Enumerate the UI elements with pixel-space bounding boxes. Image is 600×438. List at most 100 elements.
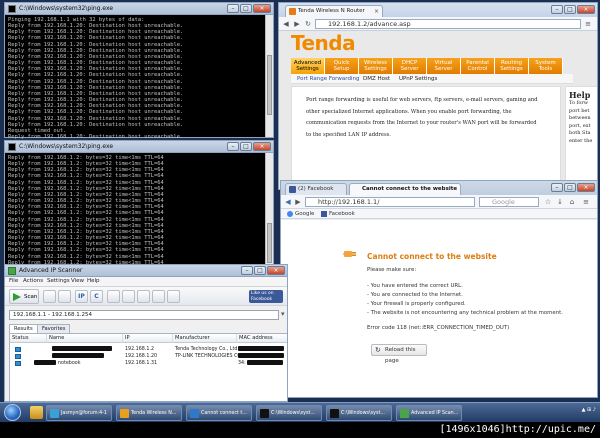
chrome-window-tenda[interactable]: Tenda Wireless N Router × – □ × ◀ ▶ ↻ 19…	[278, 2, 598, 190]
tab-cannot-connect[interactable]: Cannot connect to the website	[349, 183, 461, 195]
reload-page-button[interactable]: ↻ Reload this page	[371, 344, 427, 364]
tab-title: (2) Facebook	[298, 186, 334, 192]
minimize-button[interactable]: –	[227, 4, 239, 13]
network-icon[interactable]	[122, 290, 135, 303]
cmd-title-bar[interactable]: C:\Windows\system32\ping.exe – □ ×	[5, 141, 273, 153]
close-tab-icon[interactable]: ×	[374, 6, 379, 17]
close-button[interactable]: ×	[253, 142, 271, 151]
tab-results[interactable]: Results	[9, 324, 38, 333]
forward-arrow-icon[interactable]: ▶	[293, 197, 303, 207]
ip-icon[interactable]: IP	[75, 290, 88, 303]
menu-icon[interactable]: ≡	[581, 197, 591, 207]
class-c-icon[interactable]: C	[90, 290, 103, 303]
chevron-down-icon[interactable]: ▾	[281, 310, 285, 318]
menu-settings[interactable]: Settings	[47, 277, 70, 286]
scanner-title-bar[interactable]: Advanced IP Scanner – □ ×	[5, 265, 287, 277]
settings-icon[interactable]	[167, 290, 180, 303]
tenda-nav-item[interactable]: Parental Control	[461, 58, 495, 74]
url-text: 192.168.1.2/advance.asp	[328, 20, 411, 28]
menu-file[interactable]: File	[9, 277, 18, 286]
tab-favorites[interactable]: Favorites	[37, 324, 71, 333]
search-input[interactable]: Google	[479, 197, 539, 207]
close-button[interactable]: ×	[577, 183, 595, 192]
close-button[interactable]: ×	[253, 4, 271, 13]
minimize-button[interactable]: –	[551, 5, 563, 14]
address-bar[interactable]: 192.168.1.2/advance.asp	[315, 19, 581, 29]
favorites-icon[interactable]	[152, 290, 165, 303]
forward-arrow-icon[interactable]: ▶	[292, 19, 302, 29]
cmd-window-ping-1[interactable]: C:\Windows\system32\ping.exe – □ × Pingi…	[4, 2, 274, 158]
cmd-scrollbar[interactable]	[265, 15, 273, 137]
maximize-button[interactable]: □	[254, 266, 266, 275]
scan-button[interactable]: Scan	[9, 289, 39, 304]
wrench-icon[interactable]: ≡	[583, 19, 593, 29]
taskbar-button[interactable]: Jasmyn@forum:4-1	[46, 405, 112, 421]
computer-icon[interactable]	[107, 290, 120, 303]
tenda-nav-item[interactable]: Wireless Settings	[359, 58, 393, 74]
tab-facebook[interactable]: (2) Facebook	[285, 183, 347, 195]
tab-tenda[interactable]: Tenda Wireless N Router ×	[285, 5, 383, 17]
export-icon[interactable]	[137, 290, 150, 303]
facebook-like-button[interactable]: Like us on Facebook	[249, 290, 283, 303]
col-manufacturer[interactable]: Manufacturer	[172, 334, 236, 343]
subnav-upnp[interactable]: UPnP Settings	[399, 74, 437, 84]
close-button[interactable]: ×	[577, 5, 595, 14]
minimize-button[interactable]: –	[227, 142, 239, 151]
menu-actions[interactable]: Actions	[23, 277, 43, 286]
tab-title: Cannot connect to the website	[362, 186, 458, 192]
bookmark-facebook[interactable]: Facebook	[329, 209, 355, 219]
col-ip[interactable]: IP	[122, 334, 172, 343]
cmd-title-bar[interactable]: C:\Windows\system32\ping.exe – □ ×	[5, 3, 273, 15]
redacted-mac	[247, 360, 283, 365]
menu-view[interactable]: View	[71, 277, 84, 286]
start-button[interactable]	[4, 404, 21, 421]
taskbar-button[interactable]: Advanced IP Scan...	[396, 405, 462, 421]
col-mac[interactable]: MAC address	[236, 334, 287, 343]
subnav-port-range[interactable]: Port Range Forwarding	[297, 74, 359, 84]
address-bar[interactable]: http://192.168.1.1/	[305, 197, 475, 207]
ip-range-input[interactable]: 192.168.1.1 - 192.168.1.254	[9, 310, 279, 320]
firefox-window[interactable]: (2) Facebook Cannot connect to the websi…	[280, 180, 598, 398]
cmd-window-ping-2[interactable]: C:\Windows\system32\ping.exe – □ × Reply…	[4, 140, 274, 278]
subnav-dmz-host[interactable]: DMZ Host	[363, 74, 390, 84]
taskbar-button[interactable]: C:\Windows\syst...	[326, 405, 392, 421]
stop-icon[interactable]	[58, 290, 71, 303]
help-text: To forw port bet between port, ext both …	[569, 100, 593, 144]
minimize-button[interactable]: –	[241, 266, 253, 275]
facebook-like-label: Like us on Facebook	[251, 291, 274, 302]
tenda-nav-item[interactable]: Virtual Server	[427, 58, 461, 74]
cmd-scrollbar[interactable]	[265, 153, 273, 267]
facebook-favicon	[321, 211, 327, 217]
back-arrow-icon[interactable]: ◀	[281, 19, 291, 29]
tenda-nav-item[interactable]: Advanced Settings	[291, 58, 325, 74]
tenda-nav-item[interactable]: Routing Settings	[495, 58, 529, 74]
tenda-main-nav: Advanced Settings Quick Setup Wireless Set…	[291, 58, 563, 74]
home-icon[interactable]: ⌂	[567, 197, 577, 207]
menu-help[interactable]: Help	[87, 277, 100, 286]
advanced-ip-scanner-window[interactable]: Advanced IP Scanner – □ × File Actions S…	[4, 264, 288, 402]
taskbar-button[interactable]: Cannot connect t...	[186, 405, 252, 421]
taskbar-button[interactable]: Tenda Wireless N...	[116, 405, 182, 421]
minimize-button[interactable]: –	[551, 183, 563, 192]
maximize-button[interactable]: □	[564, 183, 576, 192]
maximize-button[interactable]: □	[564, 5, 576, 14]
download-icon[interactable]: ↓	[555, 197, 565, 207]
table-row[interactable]: 192.168.1.2 Tenda Technology Co., Ltd.	[10, 346, 287, 353]
maximize-button[interactable]: □	[240, 142, 252, 151]
reload-icon[interactable]: ↻	[303, 19, 313, 29]
explorer-icon[interactable]	[30, 406, 43, 419]
table-row[interactable]: 192.168.1.20 TP-LINK TECHNOLOGIES CO.,LT…	[10, 353, 287, 360]
tenda-nav-item[interactable]: DHCP Server	[393, 58, 427, 74]
taskbar-button[interactable]: C:\Windows\syst...	[256, 405, 322, 421]
col-status[interactable]: Status	[10, 334, 46, 343]
tenda-nav-item[interactable]: System Tools	[529, 58, 563, 74]
close-button[interactable]: ×	[267, 266, 285, 275]
star-icon[interactable]: ☆	[543, 197, 553, 207]
table-row[interactable]: notebook 192.168.1.31 34:	[10, 360, 287, 367]
col-name[interactable]: Name	[46, 334, 126, 343]
bookmark-google[interactable]: Google	[295, 209, 314, 219]
back-arrow-icon[interactable]: ◀	[283, 197, 293, 207]
tenda-nav-item[interactable]: Quick Setup	[325, 58, 359, 74]
maximize-button[interactable]: □	[240, 4, 252, 13]
pause-icon[interactable]	[43, 290, 56, 303]
